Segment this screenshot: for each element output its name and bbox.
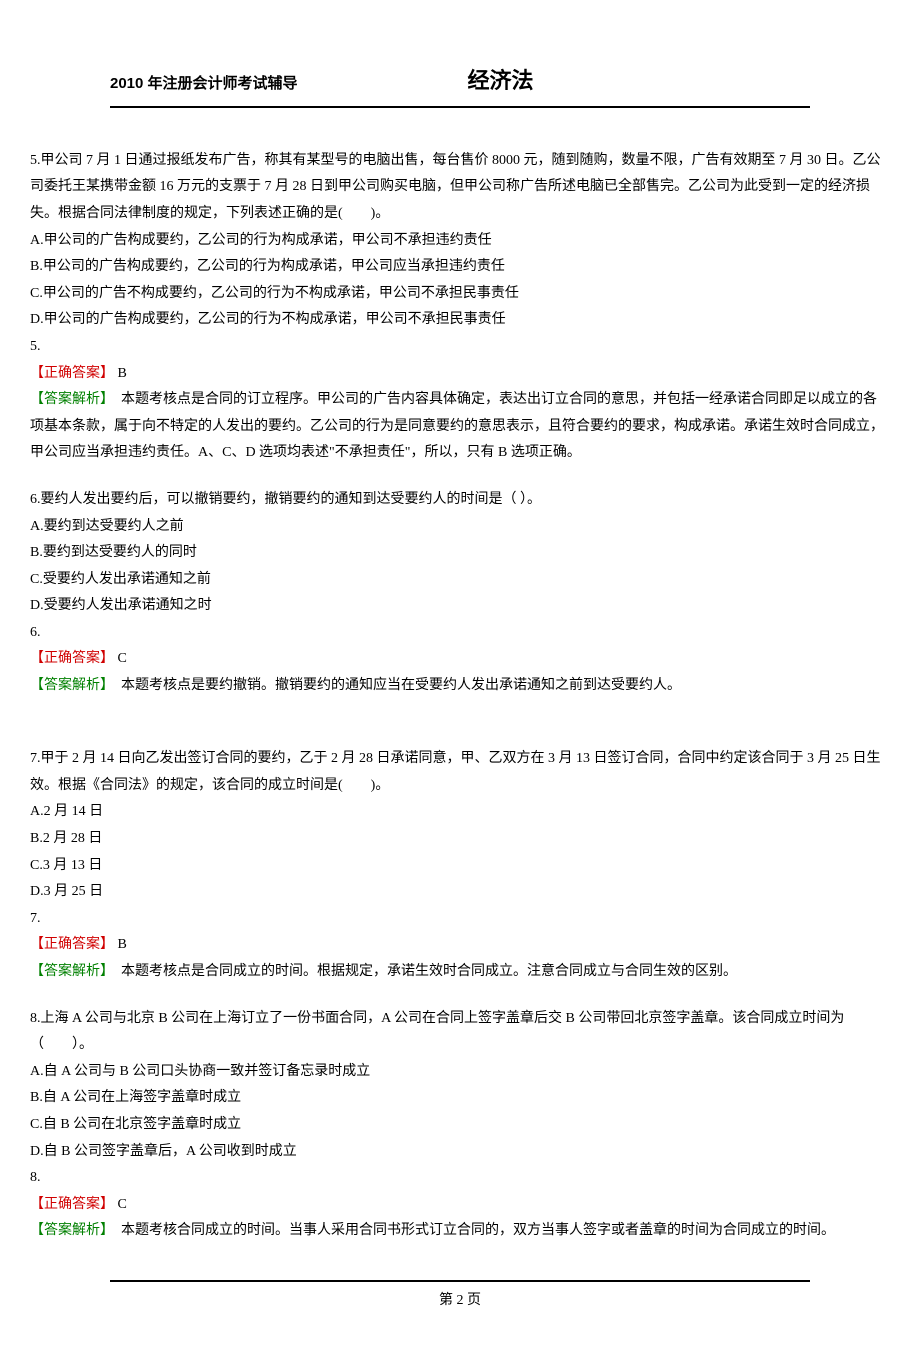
option-b: B.自 A 公司在上海签字盖章时成立 [30, 1085, 890, 1112]
correct-answer-value: B [114, 366, 127, 381]
analysis-text: 本题考核点是合同的订立程序。甲公司的广告内容具体确定，表达出订立合同的意思，并包… [30, 392, 884, 460]
question-block: 5. 5.甲公司 7 月 1 日通过报纸发布广告，称其有某型号的电脑出售，每台售… [30, 148, 890, 467]
analysis-line: 【答案解析】 本题考核点是要约撤销。撤销要约的通知应当在受要约人发出承诺通知之前… [30, 673, 890, 700]
option-d: D.甲公司的广告构成要约，乙公司的行为不构成承诺，甲公司不承担民事责任 [30, 307, 890, 334]
correct-answer-value: C [114, 1197, 127, 1212]
analysis-label: 【答案解析】 [30, 964, 107, 979]
footer-divider [110, 1280, 810, 1282]
analysis-line: 【答案解析】 本题考核点是合同成立的时间。根据规定，承诺生效时合同成立。注意合同… [30, 959, 890, 986]
page-footer: 第 2 页 [0, 1280, 920, 1315]
option-c: C.受要约人发出承诺通知之前 [30, 567, 890, 594]
analysis-text: 本题考核合同成立的时间。当事人采用合同书形式订立合同的，双方当事人签字或者盖章的… [121, 1223, 835, 1238]
question-stem: 8.上海 A 公司与北京 B 公司在上海订立了一份书面合同，A 公司在合同上签字… [30, 1006, 890, 1059]
correct-answer-line: 【正确答案】 B [30, 932, 890, 959]
analysis-text: 本题考核点是合同成立的时间。根据规定，承诺生效时合同成立。注意合同成立与合同生效… [121, 964, 737, 979]
question-block: 8.上海 A 公司与北京 B 公司在上海订立了一份书面合同，A 公司在合同上签字… [30, 1006, 890, 1245]
analysis-label: 【答案解析】 [30, 678, 107, 693]
option-a: A.甲公司的广告构成要约，乙公司的行为构成承诺，甲公司不承担违约责任 [30, 228, 890, 255]
correct-answer-label: 【正确答案】 [30, 651, 114, 666]
header-left-text: 2010 年注册会计师考试辅导 [110, 70, 298, 99]
correct-answer-value: B [114, 937, 127, 952]
content-area: 5. 5.甲公司 7 月 1 日通过报纸发布广告，称其有某型号的电脑出售，每台售… [30, 148, 890, 1245]
page-header: 2010 年注册会计师考试辅导 经济法 [110, 60, 810, 108]
correct-answer-value: C [114, 651, 127, 666]
question-after-num: 5. [30, 334, 890, 361]
option-a: A.2 月 14 日 [30, 799, 890, 826]
option-b: B.2 月 28 日 [30, 826, 890, 853]
question-stem: 7.甲于 2 月 14 日向乙发出签订合同的要约，乙于 2 月 28 日承诺同意… [30, 746, 890, 799]
analysis-line: 【答案解析】 本题考核合同成立的时间。当事人采用合同书形式订立合同的，双方当事人… [30, 1218, 890, 1245]
analysis-text: 本题考核点是要约撤销。撤销要约的通知应当在受要约人发出承诺通知之前到达受要约人。 [121, 678, 681, 693]
correct-answer-line: 【正确答案】 C [30, 1192, 890, 1219]
option-b: B.要约到达受要约人的同时 [30, 540, 890, 567]
option-b: B.甲公司的广告构成要约，乙公司的行为构成承诺，甲公司应当承担违约责任 [30, 254, 890, 281]
option-c: C.3 月 13 日 [30, 853, 890, 880]
question-after-num: 7. [30, 906, 890, 933]
question-number: 5. [30, 153, 41, 168]
option-d: D.受要约人发出承诺通知之时 [30, 593, 890, 620]
correct-answer-line: 【正确答案】 B [30, 361, 890, 388]
question-stem: 5.甲公司 7 月 1 日通过报纸发布广告，称其有某型号的电脑出售，每台售价 8… [30, 148, 890, 228]
question-stem: 6.要约人发出要约后，可以撤销要约，撤销要约的通知到达受要约人的时间是（ ）。 [30, 487, 890, 514]
option-a: A.要约到达受要约人之前 [30, 514, 890, 541]
analysis-line: 【答案解析】 本题考核点是合同的订立程序。甲公司的广告内容具体确定，表达出订立合… [30, 387, 890, 467]
correct-answer-label: 【正确答案】 [30, 937, 114, 952]
correct-answer-line: 【正确答案】 C [30, 646, 890, 673]
question-after-num: 8. [30, 1165, 890, 1192]
header-title: 经济法 [468, 60, 534, 102]
analysis-label: 【答案解析】 [30, 392, 107, 407]
page: 2010 年注册会计师考试辅导 经济法 5. 5.甲公司 7 月 1 日通过报纸… [0, 0, 920, 1345]
analysis-label: 【答案解析】 [30, 1223, 107, 1238]
question-after-num: 6. [30, 620, 890, 647]
option-d: D.3 月 25 日 [30, 879, 890, 906]
option-c: C.自 B 公司在北京签字盖章时成立 [30, 1112, 890, 1139]
option-c: C.甲公司的广告不构成要约，乙公司的行为不构成承诺，甲公司不承担民事责任 [30, 281, 890, 308]
option-a: A.自 A 公司与 B 公司口头协商一致并签订备忘录时成立 [30, 1059, 890, 1086]
correct-answer-label: 【正确答案】 [30, 366, 114, 381]
question-block: 7.甲于 2 月 14 日向乙发出签订合同的要约，乙于 2 月 28 日承诺同意… [30, 746, 890, 985]
correct-answer-label: 【正确答案】 [30, 1197, 114, 1212]
question-block: 6.要约人发出要约后，可以撤销要约，撤销要约的通知到达受要约人的时间是（ ）。 … [30, 487, 890, 700]
question-stem-text: 甲公司 7 月 1 日通过报纸发布广告，称其有某型号的电脑出售，每台售价 800… [30, 153, 881, 221]
option-d: D.自 B 公司签字盖章后，A 公司收到时成立 [30, 1139, 890, 1166]
